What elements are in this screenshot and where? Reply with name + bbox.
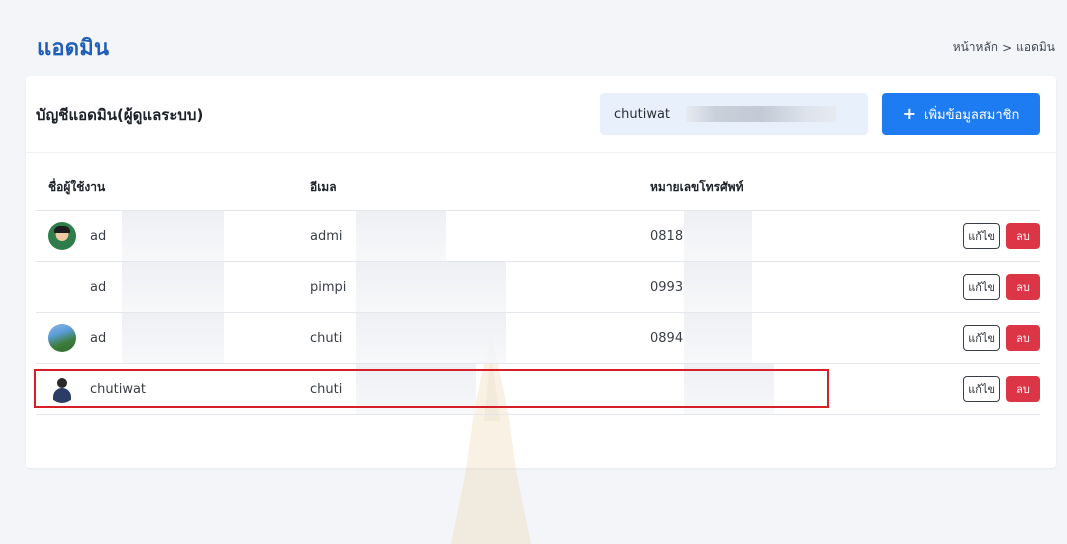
table-row: chutiwat chuti แก้ไข ลบ xyxy=(36,364,1040,415)
delete-button[interactable]: ลบ xyxy=(1006,223,1040,249)
email-text: chuti xyxy=(310,381,343,397)
breadcrumb-separator: > xyxy=(1002,40,1013,55)
username-text: chutiwat xyxy=(90,381,147,397)
phone-text: 0993 xyxy=(650,279,684,295)
edit-button[interactable]: แก้ไข xyxy=(963,223,1000,249)
redacted-area xyxy=(122,211,224,261)
add-member-button[interactable]: + เพิ่มข้อมูลสมาชิก xyxy=(882,93,1040,135)
redacted-area xyxy=(684,262,752,312)
table-header: ชื่อผู้ใช้งาน อีเมล หมายเลขโทรศัพท์ xyxy=(36,162,1040,211)
phone-cell: 0993 xyxy=(650,262,683,312)
row-actions: แก้ไข ลบ xyxy=(963,313,1040,363)
add-member-label: เพิ่มข้อมูลสมาชิก xyxy=(924,107,1020,123)
delete-button[interactable]: ลบ xyxy=(1006,274,1040,300)
username-text: ad xyxy=(90,228,107,244)
phone-cell: 0894 xyxy=(650,313,683,363)
card-header: บัญชีแอดมิน(ผู้ดูแลระบบ) + เพิ่มข้อมูลสม… xyxy=(26,76,1056,153)
email-cell: pimpi xyxy=(310,262,346,312)
edit-button[interactable]: แก้ไข xyxy=(963,325,1000,351)
phone-cell: 0818 xyxy=(650,211,683,261)
delete-button[interactable]: ลบ xyxy=(1006,376,1040,402)
username-text: ad xyxy=(90,330,107,346)
email-text: admi xyxy=(310,228,343,244)
redacted-area xyxy=(356,262,506,312)
email-cell: chuti xyxy=(310,313,342,363)
column-header-phone: หมายเลขโทรศัพท์ xyxy=(650,180,744,194)
email-cell: admi xyxy=(310,211,343,261)
search-input[interactable] xyxy=(614,106,678,122)
username-text: ad xyxy=(90,279,107,295)
email-text: chuti xyxy=(310,330,343,346)
redacted-area xyxy=(122,313,224,363)
table-row: ad admi 0818 แก้ไข ลบ xyxy=(36,211,1040,262)
redacted-area xyxy=(356,364,476,414)
card-title: บัญชีแอดมิน(ผู้ดูแลระบบ) xyxy=(36,106,204,124)
table-row: ad pimpi 0993 แก้ไข ลบ xyxy=(36,262,1040,313)
column-header-email: อีเมล xyxy=(310,180,337,194)
avatar-placeholder xyxy=(48,273,76,301)
edit-button[interactable]: แก้ไข xyxy=(963,274,1000,300)
breadcrumb-current: แอดมิน xyxy=(1016,40,1055,54)
phone-text: 0818 xyxy=(650,228,684,244)
redacted-area xyxy=(356,211,446,261)
redacted-area xyxy=(684,211,752,261)
avatar xyxy=(48,222,76,250)
delete-button[interactable]: ลบ xyxy=(1006,325,1040,351)
avatar xyxy=(48,375,76,403)
phone-text: 0894 xyxy=(650,330,684,346)
edit-button[interactable]: แก้ไข xyxy=(963,376,1000,402)
admin-accounts-card: บัญชีแอดมิน(ผู้ดูแลระบบ) + เพิ่มข้อมูลสม… xyxy=(26,76,1056,544)
row-actions: แก้ไข ลบ xyxy=(963,364,1040,414)
row-actions: แก้ไข ลบ xyxy=(963,262,1040,312)
username-cell: ad xyxy=(48,262,106,312)
username-cell: chutiwat xyxy=(48,364,146,414)
table-row: ad chuti 0894 แก้ไข ลบ xyxy=(36,313,1040,364)
email-text: pimpi xyxy=(310,279,347,295)
avatar xyxy=(48,324,76,352)
redacted-area xyxy=(686,106,836,122)
username-cell: ad xyxy=(48,313,106,363)
redacted-area xyxy=(356,313,506,363)
search-field[interactable] xyxy=(600,93,868,135)
page-header: แอดมิน หน้าหลัก > แอดมิน xyxy=(0,0,1067,80)
breadcrumb-home-link[interactable]: หน้าหลัก xyxy=(953,38,998,57)
admin-table: ชื่อผู้ใช้งาน อีเมล หมายเลขโทรศัพท์ ad a… xyxy=(36,162,1040,415)
column-header-username: ชื่อผู้ใช้งาน xyxy=(48,180,106,194)
redacted-area xyxy=(122,262,224,312)
breadcrumb: หน้าหลัก > แอดมิน xyxy=(953,38,1055,57)
email-cell: chuti xyxy=(310,364,342,414)
redacted-area xyxy=(684,364,774,414)
redacted-area xyxy=(684,313,752,363)
plus-icon: + xyxy=(902,104,917,123)
row-actions: แก้ไข ลบ xyxy=(963,211,1040,261)
page-title: แอดมิน xyxy=(37,36,110,61)
username-cell: ad xyxy=(48,211,106,261)
